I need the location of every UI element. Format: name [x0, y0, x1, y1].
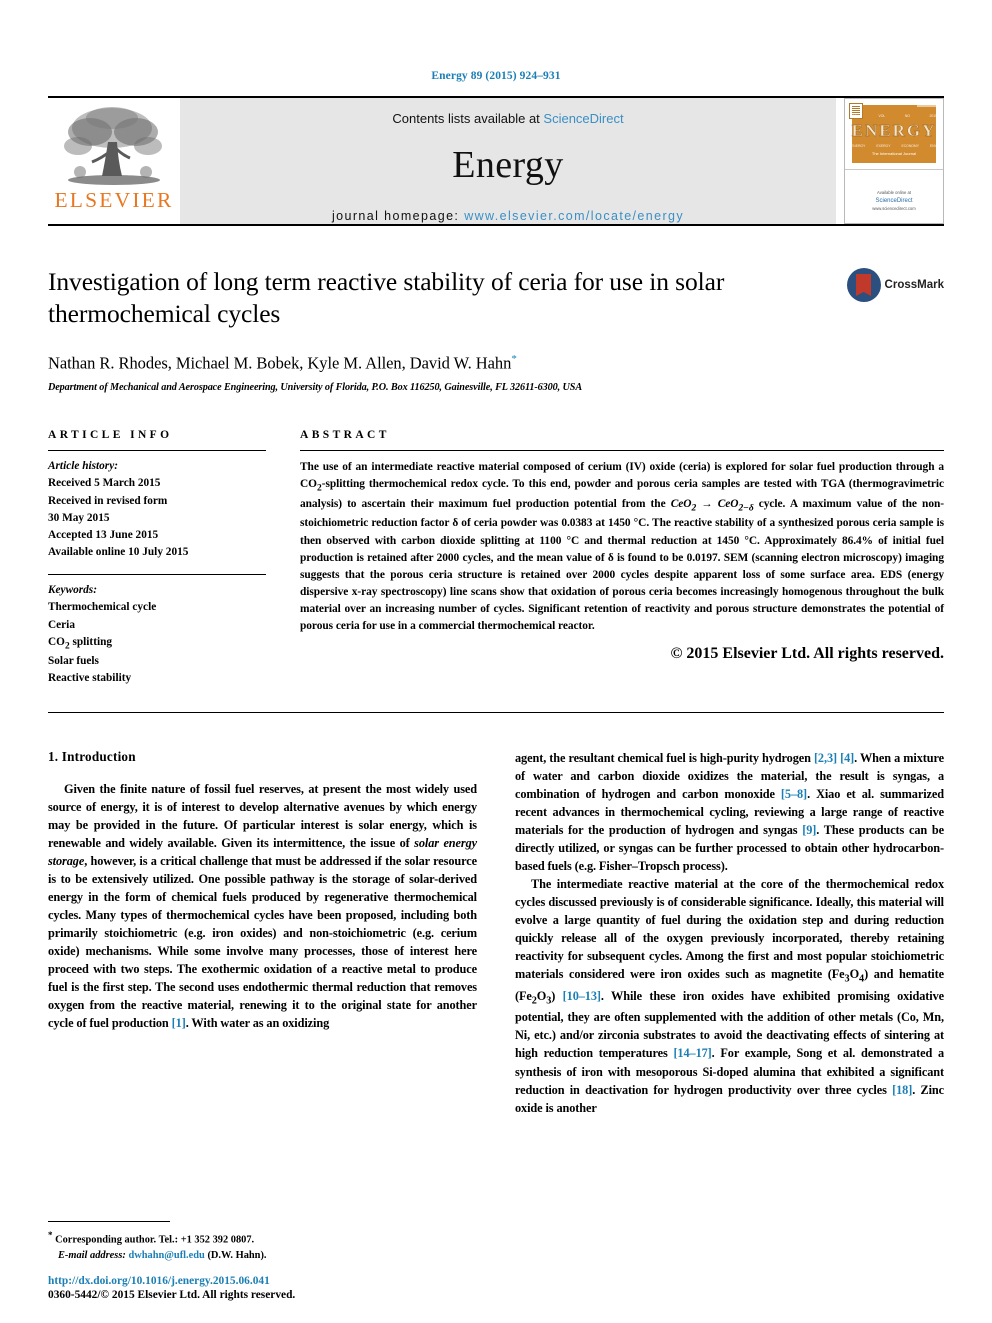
email-suffix: (D.W. Hahn).	[207, 1249, 267, 1261]
citation-link[interactable]: [1]	[172, 1016, 186, 1030]
crossmark-badge[interactable]: CrossMark	[846, 268, 944, 302]
body-column-left: 1. Introduction Given the finite nature …	[48, 749, 477, 1117]
citation-link[interactable]: [9]	[802, 823, 816, 837]
body-column-right: agent, the resultant chemical fuel is hi…	[515, 749, 944, 1117]
cover-top-labels: ISSN VOL NO 2015	[851, 114, 937, 118]
journal-title: Energy	[452, 144, 564, 186]
abstract-text: The use of an intermediate reactive mate…	[300, 461, 944, 633]
doi-link[interactable]: http://dx.doi.org/10.1016/j.energy.2015.…	[48, 1275, 478, 1287]
issn-copyright: 0360-5442/© 2015 Elsevier Ltd. All right…	[48, 1289, 296, 1301]
history-item: Available online 10 July 2015	[48, 546, 189, 559]
keywords-list: Keywords: Thermochemical cycle Ceria CO2…	[48, 575, 266, 687]
article-info-column: ARTICLE INFO Article history: Received 5…	[48, 429, 266, 687]
history-item: Received in revised form	[48, 494, 168, 507]
journal-cover-thumbnail: ISSN VOL NO 2015 ENERGY ENERGY EXERGY ECONOMY…	[844, 98, 944, 224]
citation-link[interactable]: [14–17]	[673, 1046, 711, 1060]
article-info-heading: ARTICLE INFO	[48, 429, 173, 442]
masthead-center: Contents lists available at ScienceDirec…	[180, 98, 836, 224]
info-abstract-block: ARTICLE INFO Article history: Received 5…	[48, 429, 944, 687]
elsevier-logo: ELSEVIER	[48, 98, 180, 224]
crossmark-book-icon	[856, 274, 872, 296]
masthead-right: ISSN VOL NO 2015 ENERGY ENERGY EXERGY ECONOMY…	[836, 98, 944, 224]
corresponding-text: Corresponding author. Tel.: +1 352 392 0…	[55, 1234, 255, 1246]
footer-doi-block: http://dx.doi.org/10.1016/j.energy.2015.…	[48, 1275, 478, 1301]
elsevier-tree-icon	[60, 102, 168, 194]
cover-issn-strip	[917, 104, 939, 107]
cover-footer-line1: Available online at	[877, 189, 911, 195]
journal-homepage-line: journal homepage: www.elsevier.com/locat…	[332, 209, 684, 223]
keyword-item: Thermochemical cycle	[48, 601, 157, 614]
homepage-prefix: journal homepage:	[331, 209, 465, 223]
keyword-item: Reactive stability	[48, 672, 132, 685]
author-list: Nathan R. Rhodes, Michael M. Bobek, Kyle…	[48, 353, 844, 374]
body-columns: 1. Introduction Given the finite nature …	[48, 749, 944, 1117]
keyword-item: CO2 splitting	[48, 635, 113, 651]
homepage-link[interactable]: www.elsevier.com/locate/energy	[464, 209, 684, 223]
paragraph: Given the finite nature of fossil fuel r…	[48, 781, 477, 1031]
cover-footer: Available online at ScienceDirect www.sc…	[845, 190, 943, 213]
section-divider-rule	[48, 711, 944, 713]
contents-prefix: Contents lists available at	[392, 111, 544, 126]
cover-divider	[845, 169, 943, 170]
author-names: Nathan R. Rhodes, Michael M. Bobek, Kyle…	[48, 353, 512, 373]
cover-subtitle: The International Journal	[871, 151, 917, 156]
cover-bottom-labels: ENERGY EXERGY ECONOMY ENV	[851, 144, 937, 148]
corresponding-author-note: * Corresponding author. Tel.: +1 352 392…	[48, 1229, 458, 1248]
article-page: Energy 89 (2015) 924–931 ELSEVIER Conten…	[0, 0, 992, 1323]
footnote-block: * Corresponding author. Tel.: +1 352 392…	[48, 1221, 458, 1263]
cover-title: ENERGY	[851, 121, 937, 140]
email-link[interactable]: dwhahn@ufl.edu	[128, 1250, 204, 1261]
masthead-bottom-rule	[48, 224, 944, 226]
affiliation: Department of Mechanical and Aerospace E…	[48, 382, 583, 394]
contents-available-line: Contents lists available at ScienceDirec…	[392, 111, 623, 126]
corresponding-author-marker: *	[511, 352, 517, 365]
email-label: E-mail address:	[58, 1249, 126, 1261]
running-head: Energy 89 (2015) 924–931	[431, 70, 561, 82]
journal-masthead: ELSEVIER Contents lists available at Sci…	[48, 98, 944, 224]
keyword-item: Ceria	[48, 618, 75, 631]
paragraph: agent, the resultant chemical fuel is hi…	[515, 750, 945, 873]
keyword-item: Solar fuels	[48, 655, 99, 668]
crossmark-circle-icon	[846, 268, 881, 302]
citation-link[interactable]: [18]	[892, 1083, 912, 1097]
citation-link[interactable]: [10–13]	[563, 989, 601, 1003]
abstract-copyright: © 2015 Elsevier Ltd. All rights reserved…	[670, 645, 944, 663]
history-item: Accepted 13 June 2015	[48, 528, 159, 541]
abstract-column: ABSTRACT The use of an intermediate reac…	[300, 429, 944, 687]
paragraph: The intermediate reactive material at th…	[515, 876, 945, 1115]
keywords-label: Keywords:	[48, 584, 97, 597]
elsevier-wordmark: ELSEVIER	[54, 188, 174, 212]
title-block: CrossMark Investigation of long term rea…	[48, 266, 944, 393]
page-title: Investigation of long term reactive stab…	[48, 267, 725, 329]
footnote-rule	[48, 1221, 170, 1223]
cover-footer-line2: ScienceDirect	[875, 197, 913, 204]
crossmark-label: CrossMark	[884, 279, 944, 291]
history-item: 30 May 2015	[48, 511, 110, 524]
abstract-heading: ABSTRACT	[300, 429, 390, 442]
citation-link[interactable]: [5–8]	[781, 787, 807, 801]
article-history: Article history: Received 5 March 2015 R…	[48, 451, 266, 561]
cover-footer-line3: www.sciencedirect.com	[872, 206, 916, 212]
citation-link[interactable]: [4]	[840, 751, 854, 765]
footnote-marker: *	[48, 1230, 53, 1241]
email-note: E-mail address: dwhahn@ufl.edu (D.W. Hah…	[48, 1248, 458, 1263]
citation-link[interactable]: [2,3]	[814, 751, 837, 765]
history-label: Article history:	[48, 460, 118, 473]
section-heading-introduction: 1. Introduction	[48, 748, 136, 764]
sciencedirect-link[interactable]: ScienceDirect	[543, 111, 623, 126]
history-item: Received 5 March 2015	[48, 477, 161, 490]
